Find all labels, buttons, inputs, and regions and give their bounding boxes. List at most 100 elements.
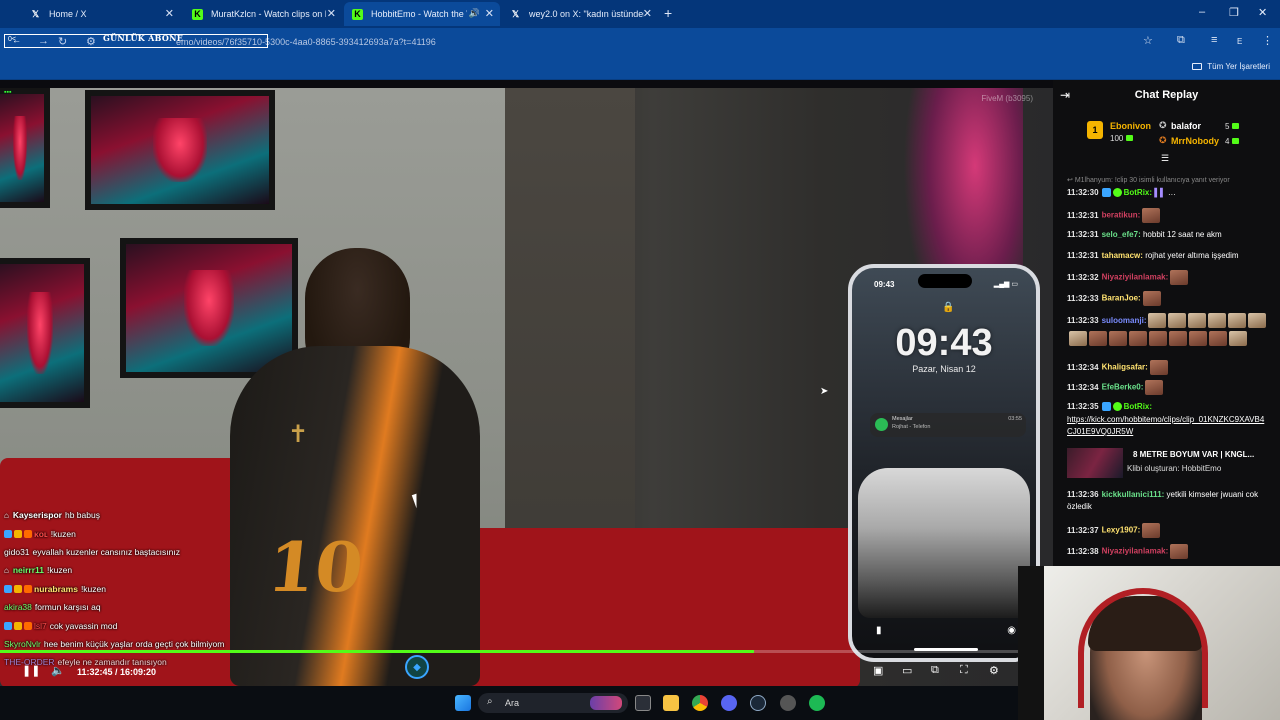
close-icon[interactable]: ✕ [643, 7, 652, 20]
emote-icon [1089, 331, 1107, 347]
leader-name[interactable]: MrrNobody [1171, 136, 1219, 146]
chat-header: ⇥ Chat Replay [1053, 80, 1280, 112]
settings-icon[interactable] [780, 695, 796, 711]
flashlight-icon: ▮ [876, 625, 882, 636]
tab-wey[interactable]: 𝕏 wey2.0 on X: "kadın üstünden m ✕ [502, 2, 658, 26]
all-bookmarks-folder[interactable]: Tüm Yer İşaretleri [1192, 62, 1270, 71]
chat-message: 11:32:34 Khaligsafar: [1067, 360, 1267, 375]
wall-poster [85, 90, 275, 210]
lock-icon: 🔒 [942, 302, 955, 313]
theater-mode-icon[interactable]: ▭ [902, 664, 912, 677]
chat-user: lsl7 [34, 620, 47, 631]
badge-icon [24, 621, 32, 630]
notification-app: Mesajlar [892, 416, 913, 422]
wall-poster [0, 88, 50, 208]
emote-icon [1069, 331, 1087, 347]
emote-icon [1228, 313, 1247, 329]
star-bookmark-icon[interactable]: ☆ [1143, 34, 1153, 47]
close-icon[interactable]: ✕ [485, 7, 494, 20]
chat-text: cok yavassin mod [49, 620, 118, 631]
clip-thumbnail[interactable] [1067, 448, 1123, 478]
chat-message: 11:32:37 Lexy1907: [1067, 523, 1267, 538]
chat-user: SkyroNvlr [4, 638, 41, 649]
emote-icon [1142, 208, 1161, 223]
tab-home-x[interactable]: 𝕏 Home / X ✕ [22, 2, 180, 26]
player-logo-icon[interactable]: ◆ [405, 655, 429, 679]
seek-bar-progress[interactable] [0, 650, 754, 653]
volume-icon[interactable]: 🔈 [51, 664, 65, 677]
wall-poster [0, 258, 90, 408]
tab-hobbitemo[interactable]: K HobbitEmo - Watch the VOD 🔊 ✕ [344, 2, 500, 26]
emote-icon [1148, 313, 1167, 329]
ingame-chat-line: akira38 formun karşısı aq [4, 598, 384, 616]
signal-battery-icon: ▂▄▆ ▭ [993, 281, 1018, 288]
badge-icon [1101, 402, 1111, 412]
spotify-icon[interactable] [809, 695, 825, 711]
windows-start-icon[interactable] [455, 695, 471, 711]
task-view-icon[interactable] [635, 695, 651, 711]
media-controls-icon[interactable]: ≡ [1211, 34, 1217, 46]
leader-name[interactable]: balafor [1171, 121, 1201, 131]
gift-leaderboard: 1 Ebonivon 100 ✪ balafor 5 ✪ MrrNobody 4 [1083, 116, 1273, 148]
chat-message: 11:32:38 Niyaziyilanlamak: [1067, 544, 1267, 559]
filter-icon[interactable]: ☰ [1161, 153, 1169, 164]
phone-notification: Mesajlar Rojhat - Telefon 03:55 [870, 413, 1026, 437]
clip-title[interactable]: 8 METRE BOYUM VAR | KNGL... [1133, 450, 1254, 459]
leader-name[interactable]: Ebonivon [1110, 121, 1151, 131]
settings-gear-icon[interactable]: ⚙ [989, 664, 999, 677]
badge-icon [14, 584, 22, 593]
leader-count: 4 [1225, 137, 1240, 146]
tab-title: Home / X [49, 9, 87, 19]
ingame-chat-line: ⌂ neirrr11 !kuzen [4, 561, 384, 579]
reply-context: ↩ M1lhanyum: !clip 30 isimli kullanıcıya… [1067, 177, 1230, 184]
tab-muratkzlcn[interactable]: K MuratKzlcn - Watch clips on Kick ✕ [184, 2, 342, 26]
extensions-icon[interactable]: ⧉ [1177, 34, 1185, 47]
cross-icon: ✝ [288, 421, 309, 448]
speaker-icon[interactable]: 🔊 [469, 8, 480, 19]
maximize-icon[interactable]: ❐ [1229, 6, 1239, 19]
chat-message: 11:32:34 EfeBerke0: [1067, 380, 1267, 395]
clip-icon[interactable]: ▣ [873, 664, 883, 677]
taskbar-search[interactable]: ⌕ Ara [478, 693, 628, 713]
steam-icon[interactable] [750, 695, 766, 711]
chat-user: nurabrams [34, 583, 78, 594]
pause-icon[interactable]: ❚❚ [22, 664, 40, 677]
clip-preview-card[interactable]: 8 METRE BOYUM VAR | KNGL... Klibi oluştu… [1067, 448, 1277, 478]
clip-link[interactable]: https://kick.com/hobbitemo/clips/clip_01… [1067, 414, 1267, 438]
menu-kebab-icon[interactable]: ⋮ [1262, 34, 1273, 47]
emote-icon [1170, 544, 1189, 559]
close-icon[interactable]: ✕ [327, 7, 336, 20]
badge-icon [4, 621, 12, 630]
chat-message: 11:32:35 BotRix: [1067, 402, 1153, 412]
chat-message: 11:32:31 beratikun: [1067, 208, 1267, 223]
chat-message: 11:32:33 suloomanji: [1067, 312, 1267, 348]
video-player[interactable]: ✝ 10 FiveM (b3095) ▪▪▪ ➤ 09:43 ▂▄▆ ▭ 🔒 0… [0, 88, 1053, 686]
chat-text: hb babuş [64, 510, 100, 521]
discord-icon[interactable] [721, 695, 737, 711]
back-arrow-icon[interactable]: ← [12, 35, 21, 45]
medal-icon: ✪ [1159, 135, 1167, 145]
close-window-icon[interactable]: ✕ [1258, 6, 1267, 19]
emote-icon [1188, 313, 1207, 329]
close-icon[interactable]: ✕ [165, 7, 174, 20]
pip-icon[interactable]: ⧉ [931, 664, 939, 677]
new-tab-plus-icon[interactable]: + [664, 5, 672, 21]
bookmarks-folder-label: Tüm Yer İşaretleri [1207, 62, 1270, 71]
clip-creator: Klibi oluşturan: HobbitEmo [1127, 464, 1222, 473]
gift-icon [1126, 135, 1134, 141]
ingame-chat: ⌂ Kayserispor hb babuş ᴋᴏʟ !kuzen gido31… [4, 506, 384, 672]
chat-message: 11:32:36 kickkullanici111: yetkili kimsel… [1067, 490, 1259, 511]
chrome-icon[interactable] [692, 695, 708, 711]
emote-icon [1248, 313, 1267, 329]
fullscreen-icon[interactable]: ⛶ [960, 664, 968, 677]
emote-icon [1109, 331, 1127, 347]
chat-text: eyvallah kuzenler cansınız baştacısınız [32, 546, 180, 557]
ingame-chat-line: nurabrams !kuzen [4, 580, 384, 598]
profile-icon[interactable]: E [1237, 37, 1242, 46]
ingame-phone: 09:43 ▂▄▆ ▭ 🔒 09:43 Pazar, Nisan 12 Mesa… [848, 264, 1040, 662]
chat-message: 11:32:30 BotRix: ▌▌ … [1067, 188, 1176, 198]
ingame-chat-line: ᴋᴏʟ !kuzen [4, 524, 384, 542]
file-explorer-icon[interactable] [663, 695, 679, 711]
tab-title: MuratKzlcn - Watch clips on Kick [211, 9, 326, 19]
minimize-icon[interactable]: – [1199, 6, 1205, 18]
